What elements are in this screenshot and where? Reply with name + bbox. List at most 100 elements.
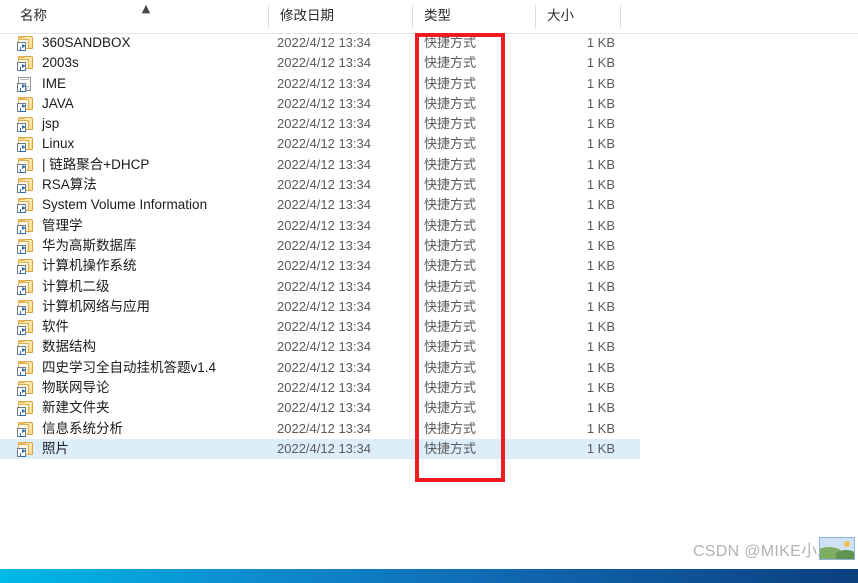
table-row[interactable]: 四史学习全自动挂机答题v1.4 2022/4/12 13:34 快捷方式 1 KB (0, 358, 640, 378)
date-modified-cell: 2022/4/12 13:34 (277, 177, 371, 193)
file-size-cell: 1 KB (586, 440, 615, 456)
column-header-row: 名称 ▲ 修改日期 类型 大小 (0, 0, 858, 34)
folder-shortcut-icon (17, 299, 34, 315)
picture-thumbnail-icon (819, 537, 855, 560)
file-size-cell: 1 KB (586, 359, 615, 375)
taskbar-strip (0, 569, 858, 583)
table-row[interactable]: | 链路聚合+DHCP 2022/4/12 13:34 快捷方式 1 KB (0, 155, 640, 175)
table-row[interactable]: RSA算法 2022/4/12 13:34 快捷方式 1 KB (0, 175, 640, 195)
sort-ascending-icon: ▲ (141, 2, 151, 15)
folder-shortcut-icon (17, 56, 34, 72)
column-header-type[interactable]: 类型 (416, 0, 532, 32)
column-header-name[interactable]: 名称 (12, 0, 256, 32)
file-type-cell: 快捷方式 (424, 380, 477, 396)
file-type-cell: 快捷方式 (424, 400, 477, 416)
table-row[interactable]: 管理学 2022/4/12 13:34 快捷方式 1 KB (0, 216, 640, 236)
column-divider-3[interactable] (535, 5, 536, 28)
table-row[interactable]: 360SANDBOX 2022/4/12 13:34 快捷方式 1 KB (0, 33, 640, 53)
file-size-cell: 1 KB (586, 420, 615, 436)
document-shortcut-icon (17, 76, 34, 92)
file-type-cell: 快捷方式 (424, 319, 477, 335)
file-size-cell: 1 KB (586, 217, 615, 233)
table-row[interactable]: 华为高斯数据库 2022/4/12 13:34 快捷方式 1 KB (0, 236, 640, 256)
date-modified-cell: 2022/4/12 13:34 (277, 116, 371, 132)
column-divider-1[interactable] (268, 5, 269, 28)
table-row[interactable]: 物联网导论 2022/4/12 13:34 快捷方式 1 KB (0, 378, 640, 398)
column-header-date-modified[interactable]: 修改日期 (272, 0, 410, 32)
file-explorer-pane: 名称 ▲ 修改日期 类型 大小 360SANDBOX 2022/4/12 13:3… (0, 0, 858, 560)
folder-shortcut-icon (17, 421, 34, 437)
folder-shortcut-icon (17, 340, 34, 356)
column-divider-2[interactable] (412, 5, 413, 28)
file-size-cell: 1 KB (586, 177, 615, 193)
file-size-cell: 1 KB (586, 278, 615, 294)
file-type-cell: 快捷方式 (424, 339, 477, 355)
table-row[interactable]: 计算机二级 2022/4/12 13:34 快捷方式 1 KB (0, 277, 640, 297)
file-name-cell: 数据结构 (42, 339, 96, 355)
table-row[interactable]: Linux 2022/4/12 13:34 快捷方式 1 KB (0, 134, 640, 154)
file-name-cell: 软件 (42, 319, 69, 335)
column-divider-4[interactable] (620, 5, 621, 28)
file-type-cell: 快捷方式 (424, 116, 477, 132)
date-modified-cell: 2022/4/12 13:34 (277, 420, 371, 436)
file-size-cell: 1 KB (586, 197, 615, 213)
date-modified-cell: 2022/4/12 13:34 (277, 339, 371, 355)
file-type-cell: 快捷方式 (424, 278, 477, 294)
file-name-cell: 华为高斯数据库 (42, 237, 137, 253)
file-name-cell: 新建文件夹 (42, 400, 110, 416)
file-size-cell: 1 KB (586, 116, 615, 132)
date-modified-cell: 2022/4/12 13:34 (277, 95, 371, 111)
date-modified-cell: 2022/4/12 13:34 (277, 440, 371, 456)
column-header-size[interactable]: 大小 (539, 0, 617, 32)
file-type-cell: 快捷方式 (424, 75, 477, 91)
folder-shortcut-icon (17, 259, 34, 275)
file-type-cell: 快捷方式 (424, 156, 477, 172)
file-size-cell: 1 KB (586, 55, 615, 71)
file-name-cell: 四史学习全自动挂机答题v1.4 (42, 359, 217, 375)
file-name-cell: 管理学 (42, 217, 83, 233)
file-type-cell: 快捷方式 (424, 136, 477, 152)
file-type-cell: 快捷方式 (424, 177, 477, 193)
folder-shortcut-icon (17, 360, 34, 376)
date-modified-cell: 2022/4/12 13:34 (277, 197, 371, 213)
file-name-cell: 计算机操作系统 (42, 258, 137, 274)
file-name-cell: 计算机二级 (42, 278, 110, 294)
table-row[interactable]: 软件 2022/4/12 13:34 快捷方式 1 KB (0, 317, 640, 337)
table-row[interactable]: 照片 2022/4/12 13:34 快捷方式 1 KB (0, 438, 640, 460)
folder-shortcut-icon (17, 36, 34, 51)
file-type-cell: 快捷方式 (424, 237, 477, 253)
date-modified-cell: 2022/4/12 13:34 (277, 35, 371, 50)
folder-shortcut-icon (17, 137, 34, 153)
table-row[interactable]: IME 2022/4/12 13:34 快捷方式 1 KB (0, 74, 640, 94)
table-row[interactable]: 新建文件夹 2022/4/12 13:34 快捷方式 1 KB (0, 398, 640, 418)
file-type-cell: 快捷方式 (424, 217, 477, 233)
table-row[interactable]: 数据结构 2022/4/12 13:34 快捷方式 1 KB (0, 337, 640, 357)
table-row[interactable]: jsp 2022/4/12 13:34 快捷方式 1 KB (0, 114, 640, 134)
file-size-cell: 1 KB (586, 380, 615, 396)
date-modified-cell: 2022/4/12 13:34 (277, 278, 371, 294)
table-row[interactable]: 计算机网络与应用 2022/4/12 13:34 快捷方式 1 KB (0, 297, 640, 317)
file-size-cell: 1 KB (586, 136, 615, 152)
table-row[interactable]: 信息系统分析 2022/4/12 13:34 快捷方式 1 KB (0, 419, 640, 439)
file-list: 360SANDBOX 2022/4/12 13:34 快捷方式 1 KB 2003s 20… (0, 33, 858, 460)
file-size-cell: 1 KB (586, 319, 615, 335)
file-size-cell: 1 KB (586, 156, 615, 172)
file-name-cell: 360SANDBOX (42, 35, 131, 50)
table-row[interactable]: System Volume Information 2022/4/12 13:34… (0, 195, 640, 215)
file-name-cell: 2003s (42, 55, 79, 71)
file-type-cell: 快捷方式 (424, 55, 477, 71)
file-size-cell: 1 KB (586, 258, 615, 274)
file-name-cell: 计算机网络与应用 (42, 298, 150, 314)
file-size-cell: 1 KB (586, 75, 615, 91)
date-modified-cell: 2022/4/12 13:34 (277, 55, 371, 71)
file-size-cell: 1 KB (586, 339, 615, 355)
table-row[interactable]: 2003s 2022/4/12 13:34 快捷方式 1 KB (0, 53, 640, 73)
folder-shortcut-icon (17, 117, 34, 133)
date-modified-cell: 2022/4/12 13:34 (277, 319, 371, 335)
file-size-cell: 1 KB (586, 298, 615, 314)
folder-shortcut-icon (17, 178, 34, 194)
table-row[interactable]: JAVA 2022/4/12 13:34 快捷方式 1 KB (0, 94, 640, 114)
file-size-cell: 1 KB (586, 237, 615, 253)
folder-shortcut-icon (17, 320, 34, 336)
table-row[interactable]: 计算机操作系统 2022/4/12 13:34 快捷方式 1 KB (0, 256, 640, 276)
